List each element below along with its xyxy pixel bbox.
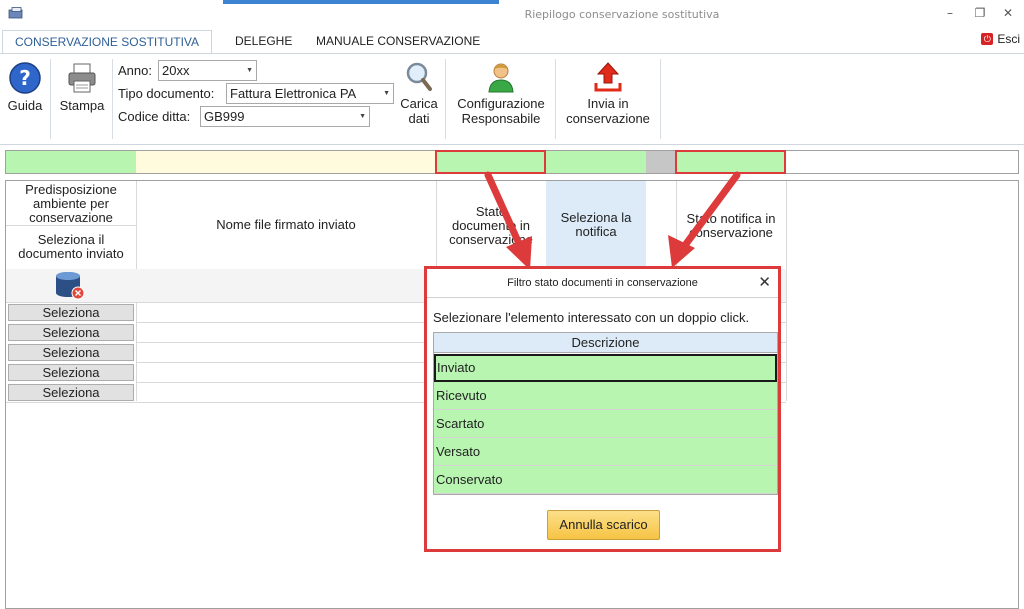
filter-cell-predisposizione[interactable]	[6, 151, 136, 173]
status-list: Descrizione Inviato Ricevuto Scartato Ve…	[433, 332, 778, 495]
chevron-down-icon: ▼	[359, 113, 366, 120]
configurazione-responsabile-button[interactable]: Configurazione Responsabile	[451, 61, 551, 126]
dialog-divider	[427, 297, 778, 298]
guida-button[interactable]: ? Guida	[4, 61, 46, 113]
seleziona-button[interactable]: Seleziona	[8, 384, 134, 401]
seleziona-button[interactable]: Seleziona	[8, 324, 134, 341]
anno-value: 20xx	[162, 63, 190, 78]
seleziona-button[interactable]: Seleziona	[8, 364, 134, 381]
carica-dati-label-1: Carica	[400, 96, 438, 111]
invia-conservazione-button[interactable]: Invia in conservazione	[560, 61, 656, 126]
header-seleziona-documento[interactable]: Seleziona il documento inviato	[6, 227, 136, 267]
tipo-documento-select[interactable]: Fattura Elettronica PA ▼	[226, 83, 394, 104]
svg-text:?: ?	[19, 66, 31, 90]
ribbon-separator	[660, 59, 661, 139]
filter-cell-nome-file[interactable]	[136, 151, 436, 173]
status-row-conservato[interactable]: Conservato	[434, 466, 777, 494]
configurazione-label-1: Configurazione	[457, 96, 545, 111]
filter-cell-seleziona-notifica[interactable]	[546, 151, 646, 173]
header-seleziona-notifica[interactable]: Seleziona la notifica	[546, 181, 646, 269]
tipo-documento-label: Tipo documento:	[118, 86, 215, 101]
help-icon: ?	[9, 62, 41, 94]
guida-label: Guida	[7, 98, 43, 113]
title-bar: Riepilogo conservazione sostitutiva – ❐ …	[0, 0, 1024, 28]
codice-ditta-select[interactable]: GB999 ▼	[200, 106, 370, 127]
seleziona-button[interactable]: Seleziona	[8, 344, 134, 361]
ribbon-separator	[112, 59, 113, 139]
title-accent-bar	[223, 0, 499, 4]
codice-ditta-label: Codice ditta:	[118, 109, 191, 124]
ribbon-tabs: CONSERVAZIONE SOSTITUTIVA DELEGHE MANUAL…	[0, 28, 1024, 54]
header-predisposizione[interactable]: Predisposizione ambiente per conservazio…	[6, 183, 136, 225]
magnifier-icon	[406, 62, 432, 91]
status-row-inviato[interactable]: Inviato	[434, 354, 777, 382]
dialog-message: Selezionare l'elemento interessato con u…	[433, 310, 750, 325]
carica-dati-button[interactable]: Carica dati	[397, 61, 441, 126]
grid-line	[6, 225, 136, 226]
printer-icon	[68, 63, 96, 93]
invia-label-1: Invia in	[587, 96, 629, 111]
ribbon-separator	[555, 59, 556, 139]
anno-label: Anno:	[118, 63, 152, 78]
tab-manuale-conservazione[interactable]: MANUALE CONSERVAZIONE	[306, 30, 490, 54]
header-stato-notifica[interactable]: Stato notifica in conservazione	[676, 201, 786, 251]
exit-label: Esci	[997, 32, 1020, 46]
chevron-down-icon: ▼	[246, 67, 253, 74]
status-row-scartato[interactable]: Scartato	[434, 410, 777, 438]
ribbon-separator	[445, 59, 446, 139]
highlight-box	[675, 150, 786, 174]
restore-button[interactable]: ❐	[970, 4, 990, 22]
minimize-button[interactable]: –	[940, 4, 960, 22]
configurazione-label-2: Responsabile	[461, 111, 541, 126]
tab-deleghe[interactable]: DELEGHE	[225, 30, 302, 54]
ribbon-toolbar: ? Guida Stampa Anno: 20xx ▼ Tipo documen…	[0, 53, 1024, 145]
anno-select[interactable]: 20xx ▼	[158, 60, 257, 81]
window-title: Riepilogo conservazione sostitutiva	[524, 8, 720, 21]
close-window-button[interactable]: ✕	[998, 4, 1018, 22]
highlight-box	[435, 150, 546, 174]
upload-icon	[594, 62, 622, 92]
invia-label-2: conservazione	[566, 111, 650, 126]
tab-conservazione-sostitutiva[interactable]: CONSERVAZIONE SOSTITUTIVA	[2, 30, 213, 54]
status-row-ricevuto[interactable]: Ricevuto	[434, 382, 777, 410]
close-icon[interactable]: ✕	[758, 273, 771, 291]
header-stato-documento[interactable]: Stato documento in conservazione	[436, 201, 546, 251]
tipo-documento-value: Fattura Elettronica PA	[230, 86, 357, 101]
codice-ditta-value: GB999	[204, 109, 245, 124]
ribbon-separator	[50, 59, 51, 139]
stampa-button[interactable]: Stampa	[56, 61, 108, 113]
seleziona-button[interactable]: Seleziona	[8, 304, 134, 321]
header-nome-file[interactable]: Nome file firmato inviato	[136, 181, 436, 269]
descrizione-header: Descrizione	[434, 333, 777, 353]
status-row-versato[interactable]: Versato	[434, 438, 777, 466]
annulla-scarico-button[interactable]: Annulla scarico	[547, 510, 660, 540]
dialog-title: Filtro stato documenti in conservazione	[507, 277, 698, 289]
header-blank	[646, 181, 676, 269]
exit-button[interactable]: ⏻ Esci	[981, 32, 1020, 46]
filter-dialog: Filtro stato documenti in conservazione …	[424, 266, 781, 552]
database-icon[interactable]	[53, 271, 87, 301]
user-icon	[488, 63, 514, 93]
carica-dati-label-2: dati	[408, 111, 430, 126]
stampa-label: Stampa	[59, 98, 105, 113]
filter-cell-blank	[646, 151, 676, 173]
exit-icon: ⏻	[981, 33, 994, 45]
grid-line	[786, 181, 787, 401]
chevron-down-icon: ▼	[383, 90, 390, 97]
